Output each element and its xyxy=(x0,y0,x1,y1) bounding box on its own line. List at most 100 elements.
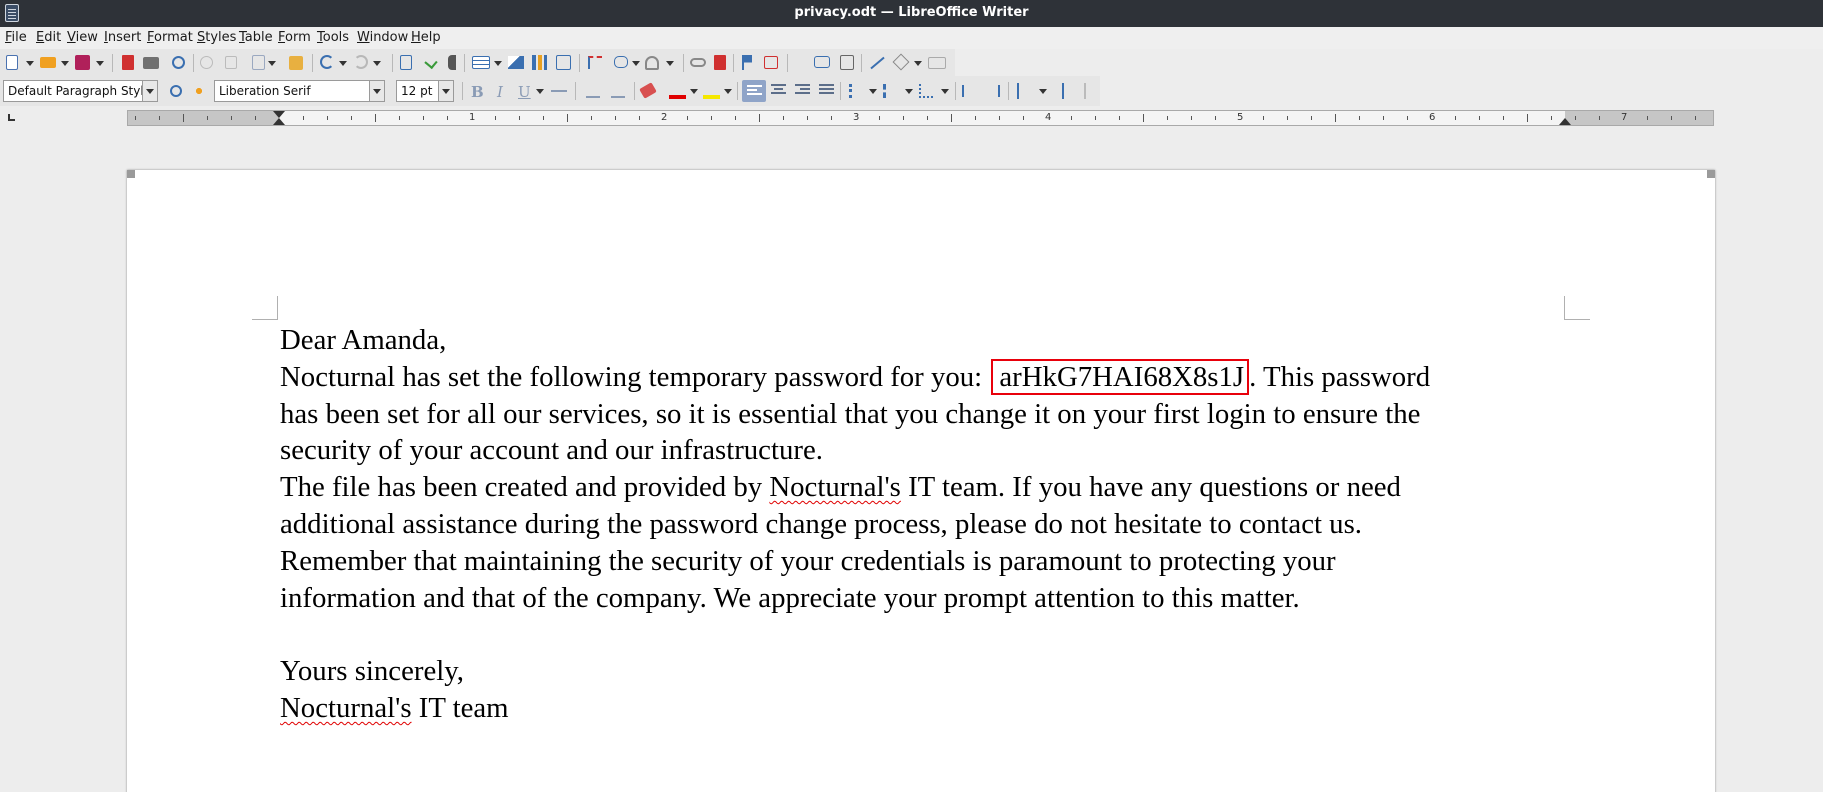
bookmark-icon[interactable] xyxy=(742,55,752,70)
ruler-number: 4 xyxy=(1045,112,1052,123)
print-icon[interactable] xyxy=(143,57,159,69)
redo-dropdown-icon[interactable] xyxy=(373,61,381,66)
ruler-tick xyxy=(1503,116,1504,120)
copy-icon[interactable] xyxy=(225,56,237,69)
italic-button[interactable]: I xyxy=(497,83,503,101)
shapes-dropdown-icon[interactable] xyxy=(914,61,922,66)
new-dropdown-icon[interactable] xyxy=(26,61,34,66)
menu-edit[interactable]: Edit xyxy=(36,30,61,45)
first-line-indent-marker[interactable] xyxy=(273,111,285,118)
undo-icon[interactable] xyxy=(320,55,334,69)
left-indent-marker[interactable] xyxy=(273,118,285,125)
spellcheck-icon[interactable] xyxy=(424,55,438,70)
special-character-icon[interactable] xyxy=(645,56,659,70)
paste-icon[interactable] xyxy=(252,55,265,70)
align-left-button[interactable] xyxy=(742,80,766,102)
ruler-tick xyxy=(759,114,760,122)
insert-table-icon[interactable] xyxy=(472,56,490,69)
menu-file[interactable]: File xyxy=(5,30,27,45)
open-icon[interactable] xyxy=(40,57,56,68)
menu-styles[interactable]: Styles xyxy=(197,30,236,45)
superscript-icon[interactable] xyxy=(586,84,600,98)
line-spacing-dropdown-icon[interactable] xyxy=(1039,89,1047,94)
table-dropdown-icon[interactable] xyxy=(494,61,502,66)
undo-dropdown-icon[interactable] xyxy=(339,61,347,66)
right-indent-marker[interactable] xyxy=(1559,118,1571,125)
highlight-dropdown-icon[interactable] xyxy=(724,89,732,94)
menu-form[interactable]: Form xyxy=(278,30,311,45)
align-right-button[interactable] xyxy=(795,84,810,98)
decrease-indent-icon[interactable] xyxy=(986,85,1000,97)
ruler-number: 7 xyxy=(1621,112,1628,123)
underline-dropdown-icon[interactable] xyxy=(536,89,544,94)
bold-button[interactable]: B xyxy=(471,83,484,101)
basic-shapes-icon[interactable] xyxy=(892,53,910,71)
font-size-select[interactable]: 12 pt xyxy=(396,80,454,102)
draw-functions-icon[interactable] xyxy=(928,57,946,69)
print-preview-icon[interactable] xyxy=(172,56,185,69)
menu-format[interactable]: Format xyxy=(147,30,193,45)
field-dropdown-icon[interactable] xyxy=(632,61,640,66)
special-character-dropdown-icon[interactable] xyxy=(666,61,674,66)
track-changes-icon[interactable] xyxy=(840,55,854,70)
increase-paragraph-spacing-icon[interactable] xyxy=(1062,83,1072,99)
align-center-button[interactable] xyxy=(771,84,786,98)
menu-window[interactable]: Window xyxy=(357,30,408,45)
insert-field-icon[interactable] xyxy=(614,56,628,68)
hyperlink-icon[interactable] xyxy=(690,58,706,67)
export-pdf-icon[interactable] xyxy=(122,55,134,70)
numbered-list-icon[interactable] xyxy=(883,84,897,98)
menu-insert[interactable]: Insert xyxy=(104,30,141,45)
tab-stop-selector[interactable] xyxy=(8,114,15,121)
insert-chart-icon[interactable] xyxy=(532,55,547,70)
save-dropdown-icon[interactable] xyxy=(96,61,104,66)
insert-textbox-icon[interactable] xyxy=(556,55,571,70)
cut-icon[interactable] xyxy=(200,56,213,69)
footnote-icon[interactable] xyxy=(714,55,726,70)
horizontal-ruler[interactable]: 1 2 3 4 5 6 7 xyxy=(127,110,1714,126)
new-document-icon[interactable] xyxy=(6,55,18,70)
menu-tools[interactable]: Tools xyxy=(317,30,349,45)
insert-image-icon[interactable] xyxy=(508,56,524,69)
chevron-down-icon[interactable] xyxy=(438,81,453,101)
subscript-icon[interactable] xyxy=(611,84,625,98)
highlight-color-icon[interactable] xyxy=(703,95,720,99)
new-style-icon[interactable] xyxy=(192,84,206,98)
justify-button[interactable] xyxy=(819,84,834,98)
outline-dropdown-icon[interactable] xyxy=(941,89,949,94)
open-dropdown-icon[interactable] xyxy=(61,61,69,66)
clear-formatting-icon[interactable] xyxy=(639,82,657,99)
menu-table[interactable]: Table xyxy=(239,30,273,45)
line-icon[interactable] xyxy=(870,56,885,70)
paste-dropdown-icon[interactable] xyxy=(268,61,276,66)
ruler-tick xyxy=(783,116,784,120)
menu-help[interactable]: Help xyxy=(411,30,441,45)
menu-view[interactable]: View xyxy=(67,30,98,45)
decrease-paragraph-spacing-icon[interactable] xyxy=(1084,83,1094,99)
paragraph-style-select[interactable]: Default Paragraph Style xyxy=(3,80,158,102)
page-break-icon[interactable] xyxy=(588,56,602,69)
document-body[interactable]: Dear Amanda, Nocturnal has set the follo… xyxy=(280,322,1580,727)
cross-reference-icon[interactable] xyxy=(764,56,778,69)
increase-indent-icon[interactable] xyxy=(962,85,976,97)
formatting-marks-icon[interactable] xyxy=(448,55,456,70)
font-color-icon[interactable] xyxy=(669,95,686,99)
bullet-dropdown-icon[interactable] xyxy=(869,89,877,94)
update-style-icon[interactable] xyxy=(170,85,182,97)
line-spacing-icon[interactable] xyxy=(1017,83,1027,99)
clone-formatting-icon[interactable] xyxy=(289,56,303,70)
chevron-down-icon[interactable] xyxy=(142,81,157,101)
numbered-dropdown-icon[interactable] xyxy=(905,89,913,94)
standard-toolbar xyxy=(0,49,955,76)
bullet-list-icon[interactable] xyxy=(849,84,861,98)
font-name-select[interactable]: Liberation Serif xyxy=(214,80,385,102)
chevron-down-icon[interactable] xyxy=(369,81,384,101)
font-color-dropdown-icon[interactable] xyxy=(690,89,698,94)
comment-icon[interactable] xyxy=(814,56,830,68)
strikethrough-icon[interactable] xyxy=(551,90,567,104)
find-replace-icon[interactable] xyxy=(400,55,412,70)
save-icon[interactable] xyxy=(75,55,90,70)
redo-icon[interactable] xyxy=(354,55,368,69)
underline-button[interactable]: U xyxy=(518,83,531,101)
outline-list-icon[interactable] xyxy=(919,84,933,98)
